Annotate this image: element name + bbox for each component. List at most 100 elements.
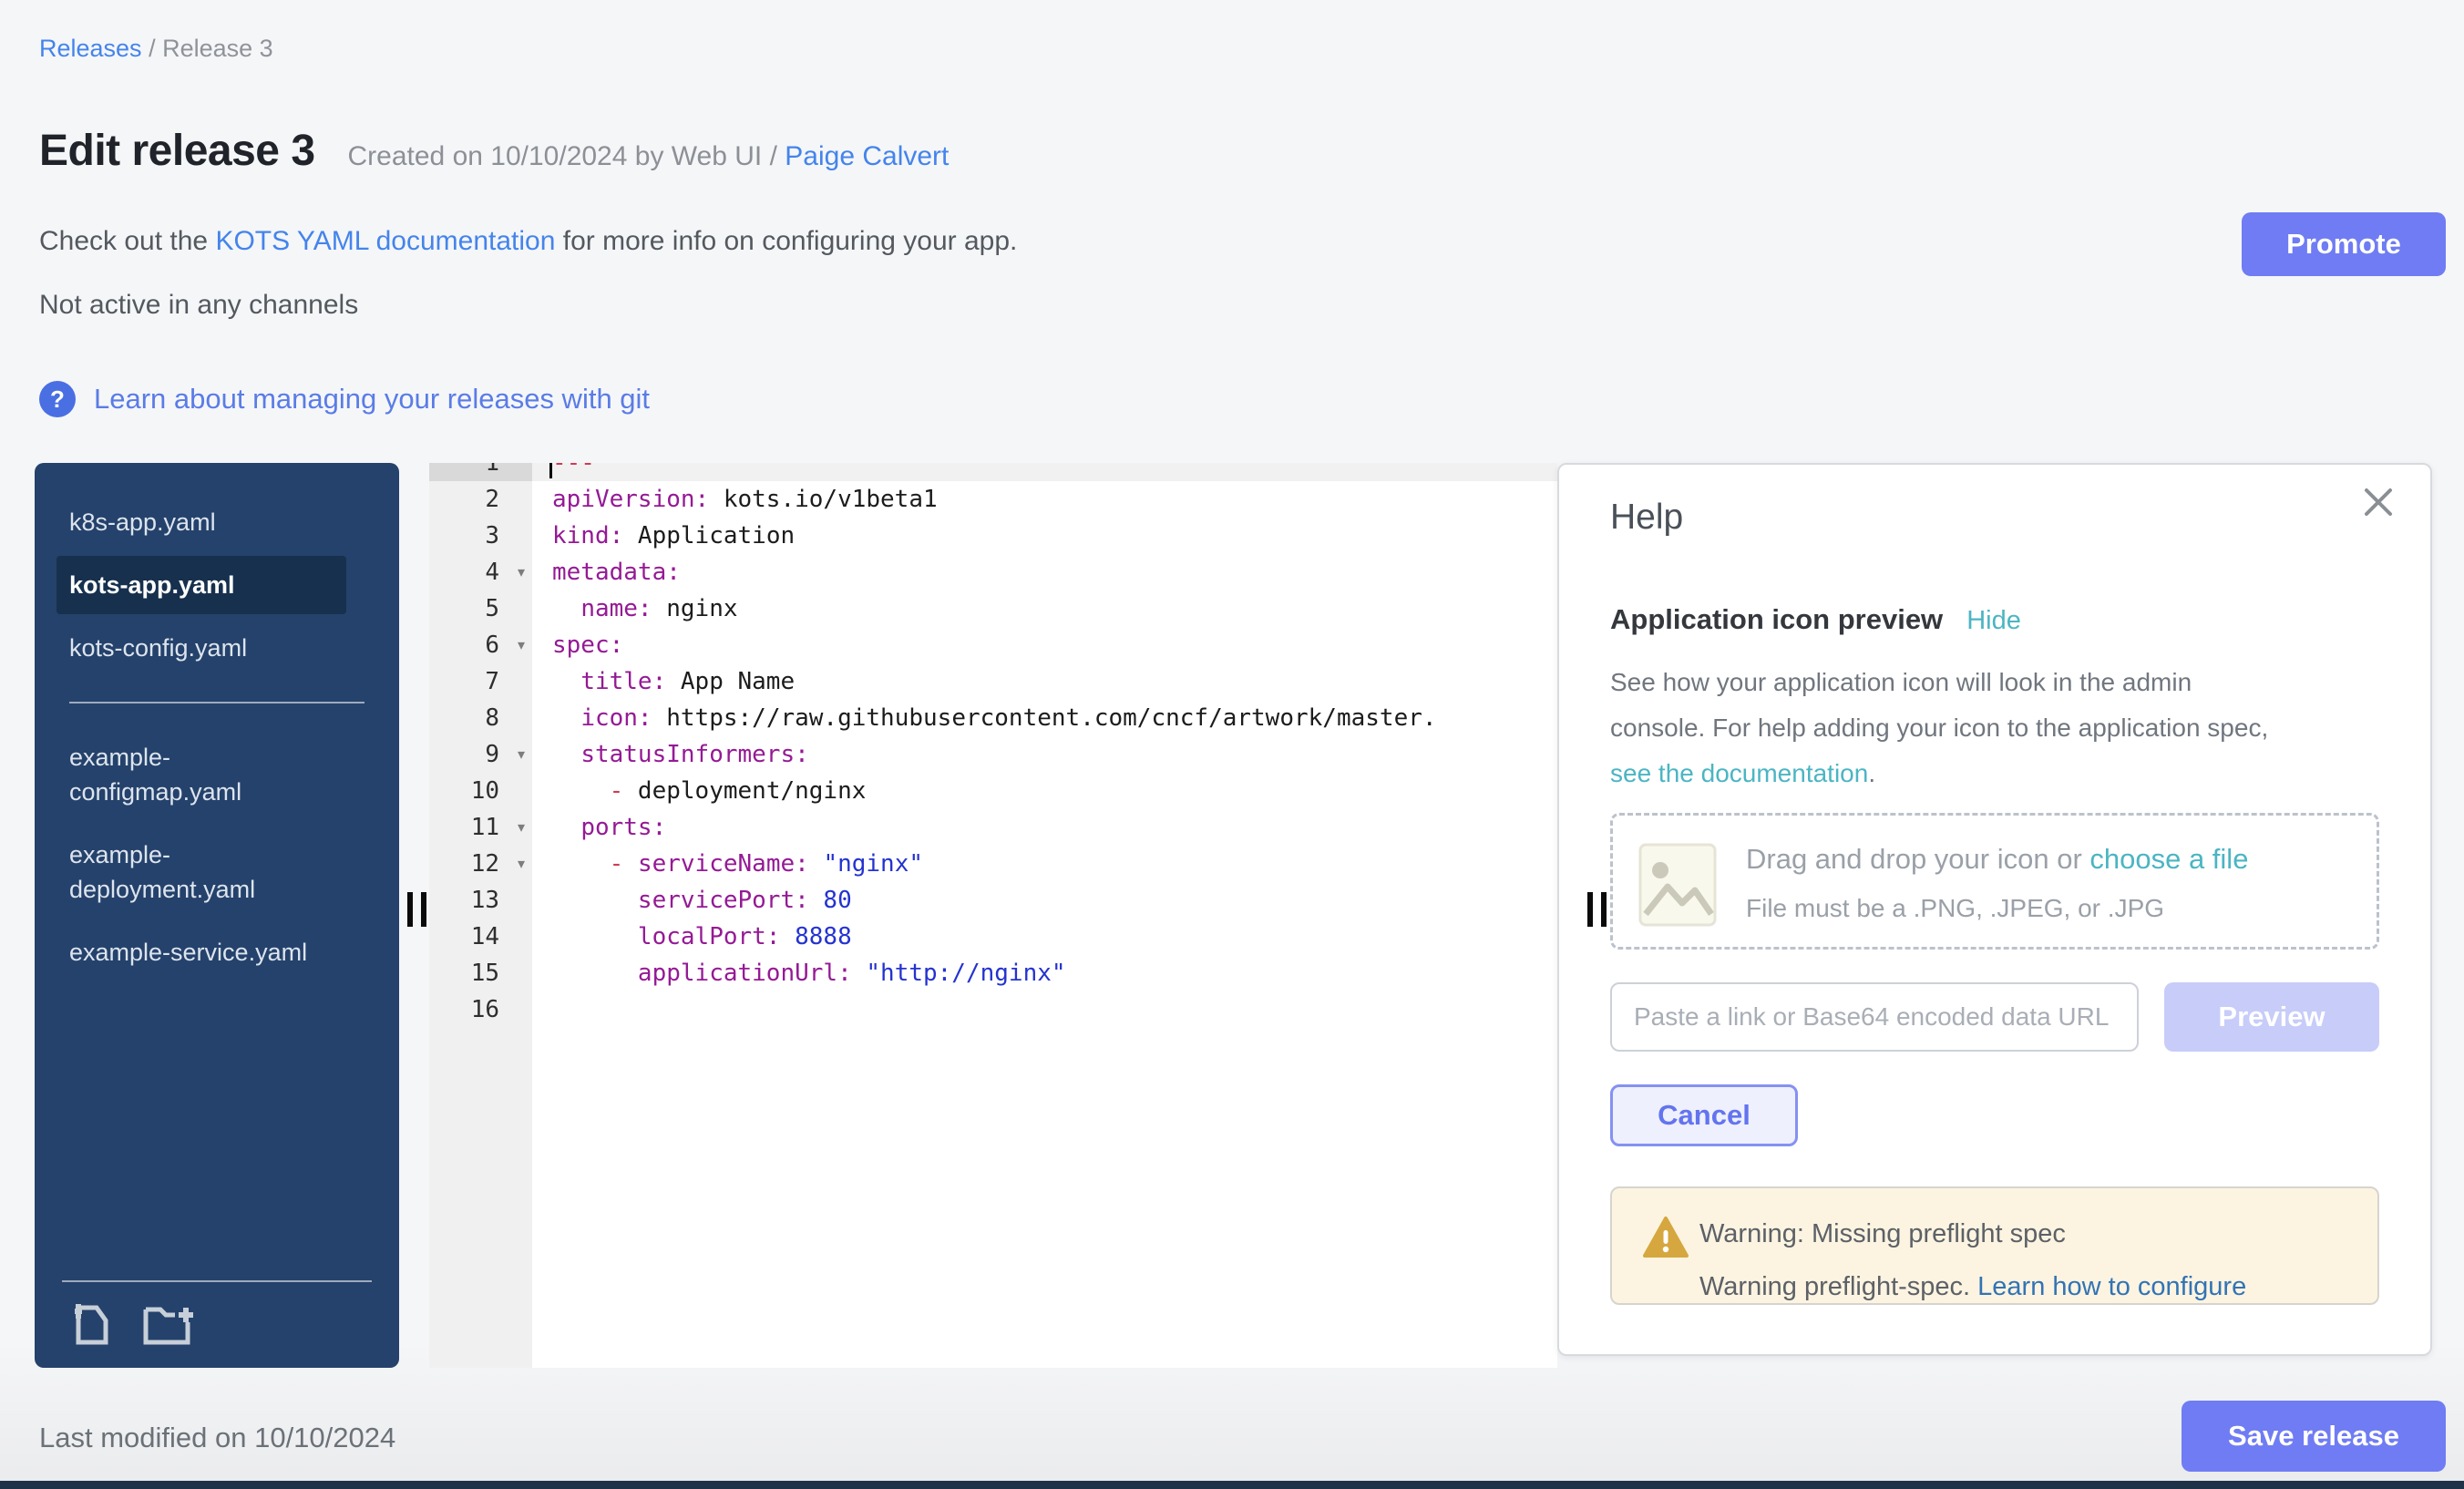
new-file-icon[interactable]: [71, 1300, 113, 1346]
warning-title: Warning: Missing preflight spec: [1699, 1219, 2066, 1249]
code-line-5[interactable]: 5▾ name: nginx: [429, 590, 1557, 627]
code-line-1[interactable]: 1▾---: [429, 463, 1557, 481]
sidebar-file-kots-config-yaml[interactable]: kots-config.yaml: [56, 619, 346, 677]
edit-release-page: Releases / Release 3 Edit release 3 Crea…: [0, 0, 2464, 1489]
code-text[interactable]: icon: https://raw.githubusercontent.com/…: [532, 700, 1557, 736]
question-mark-icon: ?: [39, 381, 76, 417]
icon-url-input[interactable]: [1610, 982, 2139, 1052]
code-line-14[interactable]: 14▾ localPort: 8888: [429, 919, 1557, 955]
line-number: 5▾: [429, 590, 532, 627]
choose-file-link[interactable]: choose a file: [2089, 843, 2248, 875]
preview-button[interactable]: Preview: [2164, 982, 2379, 1052]
sidebar-file-list-top: k8s-app.yamlkots-app.yamlkots-config.yam…: [56, 488, 377, 682]
code-line-15[interactable]: 15▾ applicationUrl: "http://nginx": [429, 955, 1557, 991]
icon-dropzone[interactable]: Drag and drop your icon or choose a file…: [1610, 813, 2379, 950]
dropzone-requirements: File must be a .PNG, .JPEG, or .JPG: [1746, 894, 2164, 923]
code-line-8[interactable]: 8▾ icon: https://raw.githubusercontent.c…: [429, 700, 1557, 736]
code-text[interactable]: name: nginx: [532, 590, 1557, 627]
cancel-button[interactable]: Cancel: [1610, 1084, 1798, 1146]
new-folder-icon[interactable]: [142, 1300, 193, 1346]
see-documentation-link[interactable]: see the documentation: [1610, 759, 1868, 787]
author-link[interactable]: Paige Calvert: [785, 141, 949, 171]
fold-arrow-icon[interactable]: ▾: [518, 554, 525, 590]
warning-triangle-icon: [1643, 1216, 1689, 1259]
code-line-2[interactable]: 2▾apiVersion: kots.io/v1beta1: [429, 481, 1557, 518]
line-number: 11▾: [429, 809, 532, 846]
file-sidebar: k8s-app.yamlkots-app.yamlkots-config.yam…: [35, 463, 399, 1368]
breadcrumb-separator: /: [149, 35, 162, 62]
code-line-7[interactable]: 7▾ title: App Name: [429, 663, 1557, 700]
hide-link[interactable]: Hide: [1966, 606, 2021, 636]
dropzone-instruction: Drag and drop your icon or choose a file: [1746, 843, 2248, 876]
code-text[interactable]: spec:: [532, 627, 1557, 663]
fold-arrow-icon[interactable]: ▾: [518, 809, 525, 846]
save-release-button[interactable]: Save release: [2182, 1401, 2446, 1472]
code-text[interactable]: metadata:: [532, 554, 1557, 590]
code-text[interactable]: servicePort: 80: [532, 882, 1557, 919]
code-text[interactable]: - deployment/nginx: [532, 773, 1557, 809]
code-text[interactable]: ---: [532, 463, 1557, 481]
line-number: 9▾: [429, 736, 532, 773]
git-releases-help-link[interactable]: ? Learn about managing your releases wit…: [39, 381, 650, 417]
line-number: 3▾: [429, 518, 532, 554]
code-text[interactable]: - serviceName: "nginx": [532, 846, 1557, 882]
sidebar-footer-divider: [62, 1280, 372, 1282]
page-title: Edit release 3: [39, 126, 315, 176]
fold-arrow-icon[interactable]: ▾: [518, 846, 525, 882]
code-line-13[interactable]: 13▾ servicePort: 80: [429, 882, 1557, 919]
code-line-3[interactable]: 3▾kind: Application: [429, 518, 1557, 554]
kots-yaml-doc-link[interactable]: KOTS YAML documentation: [215, 226, 555, 256]
code-text[interactable]: ports:: [532, 809, 1557, 846]
git-help-label: Learn about managing your releases with …: [94, 383, 650, 416]
sidebar-file-k8s-app-yaml[interactable]: k8s-app.yaml: [56, 493, 346, 551]
code-line-6[interactable]: 6▾spec:: [429, 627, 1557, 663]
code-text[interactable]: applicationUrl: "http://nginx": [532, 955, 1557, 991]
text-cursor: [549, 463, 552, 478]
code-line-16[interactable]: 16▾: [429, 991, 1557, 1028]
code-text[interactable]: [532, 991, 1557, 1028]
sidebar-divider: [69, 702, 364, 703]
line-number: 4▾: [429, 554, 532, 590]
breadcrumb: Releases / Release 3: [39, 35, 273, 63]
code-line-12[interactable]: 12▾ - serviceName: "nginx": [429, 846, 1557, 882]
yaml-code-editor[interactable]: 1▾---2▾apiVersion: kots.io/v1beta13▾kind…: [429, 463, 1557, 1368]
promote-button[interactable]: Promote: [2242, 212, 2446, 276]
line-number: 7▾: [429, 663, 532, 700]
code-text[interactable]: title: App Name: [532, 663, 1557, 700]
help-panel-title: Help: [1610, 498, 1683, 538]
breadcrumb-current: Release 3: [162, 35, 273, 62]
code-line-10[interactable]: 10▾ - deployment/nginx: [429, 773, 1557, 809]
fold-arrow-icon[interactable]: ▾: [518, 627, 525, 663]
code-text[interactable]: apiVersion: kots.io/v1beta1: [532, 481, 1557, 518]
code-line-11[interactable]: 11▾ ports:: [429, 809, 1557, 846]
code-text[interactable]: kind: Application: [532, 518, 1557, 554]
intro-text: Check out the KOTS YAML documentation fo…: [39, 226, 1017, 257]
breadcrumb-releases-link[interactable]: Releases: [39, 35, 142, 62]
line-number: 6▾: [429, 627, 532, 663]
sidebar-file-example-deployment-yaml[interactable]: example-deployment.yaml: [56, 826, 346, 919]
sidebar-resize-handle[interactable]: [407, 892, 427, 927]
sidebar-file-list-bottom: example-configmap.yamlexample-deployment…: [56, 724, 377, 986]
sidebar-file-kots-app-yaml[interactable]: kots-app.yaml: [56, 556, 346, 614]
help-panel: Help Application icon preview Hide See h…: [1557, 463, 2432, 1356]
code-text[interactable]: localPort: 8888: [532, 919, 1557, 955]
warning-body: Warning preflight-spec. Learn how to con…: [1699, 1272, 2246, 1302]
line-number: 16▾: [429, 991, 532, 1028]
line-number: 12▾: [429, 846, 532, 882]
icon-preview-section-title: Application icon preview: [1610, 603, 1943, 636]
code-line-9[interactable]: 9▾ statusInformers:: [429, 736, 1557, 773]
channel-status: Not active in any channels: [39, 290, 358, 321]
help-panel-resize-handle[interactable]: [1587, 892, 1607, 927]
line-number: 13▾: [429, 882, 532, 919]
sidebar-file-example-service-yaml[interactable]: example-service.yaml: [56, 923, 346, 981]
code-line-4[interactable]: 4▾metadata:: [429, 554, 1557, 590]
warning-configure-link[interactable]: Learn how to configure: [1977, 1272, 2246, 1301]
image-placeholder-icon: [1638, 837, 1717, 930]
fold-arrow-icon[interactable]: ▾: [518, 736, 525, 773]
close-icon[interactable]: [2361, 485, 2396, 519]
sidebar-file-example-configmap-yaml[interactable]: example-configmap.yaml: [56, 728, 346, 821]
sidebar-footer: [56, 1280, 377, 1346]
created-by-text: Created on 10/10/2024 by Web UI / Paige …: [348, 141, 950, 172]
icon-preview-description: See how your application icon will look …: [1610, 660, 2268, 796]
code-text[interactable]: statusInformers:: [532, 736, 1557, 773]
